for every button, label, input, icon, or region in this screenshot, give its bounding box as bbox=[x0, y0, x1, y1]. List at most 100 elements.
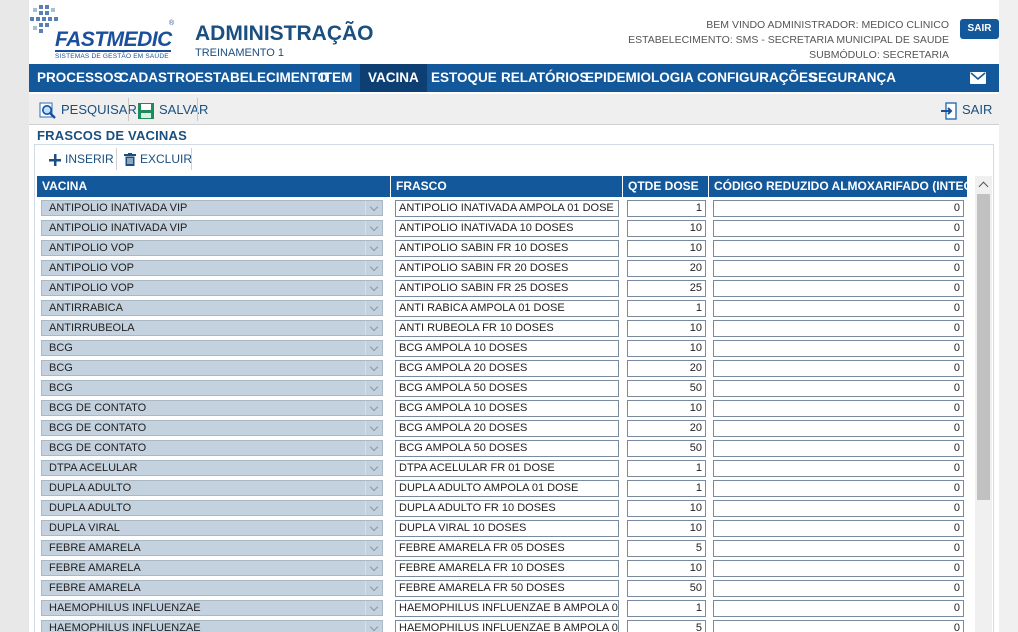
frasco-input[interactable]: BCG AMPOLA 20 DOSES bbox=[395, 420, 619, 437]
menu-seguranca[interactable]: SEGURANÇA bbox=[801, 64, 904, 92]
qtde-dose-input[interactable]: 1 bbox=[627, 200, 706, 217]
frasco-input[interactable]: FEBRE AMARELA FR 05 DOSES bbox=[395, 540, 619, 557]
qtde-dose-input[interactable]: 50 bbox=[627, 380, 706, 397]
chevron-down-icon[interactable] bbox=[365, 521, 382, 535]
vacina-select[interactable]: BCG DE CONTATO bbox=[41, 440, 383, 456]
column-header-qtde-dose[interactable]: QTDE DOSE bbox=[623, 176, 709, 197]
chevron-down-icon[interactable] bbox=[365, 541, 382, 555]
frasco-input[interactable]: BCG AMPOLA 10 DOSES bbox=[395, 400, 619, 417]
codigo-almoxarifado-input[interactable]: 0 bbox=[713, 400, 964, 417]
grid-scrollbar[interactable] bbox=[975, 176, 992, 632]
vacina-select[interactable]: BCG bbox=[41, 340, 383, 356]
logout-button[interactable]: SAIR bbox=[960, 19, 999, 39]
chevron-down-icon[interactable] bbox=[365, 421, 382, 435]
vacina-select[interactable]: ANTIPOLIO VOP bbox=[41, 260, 383, 276]
scroll-up-arrow-icon[interactable] bbox=[975, 176, 992, 193]
codigo-almoxarifado-input[interactable]: 0 bbox=[713, 260, 964, 277]
chevron-down-icon[interactable] bbox=[365, 381, 382, 395]
qtde-dose-input[interactable]: 1 bbox=[627, 600, 706, 617]
qtde-dose-input[interactable]: 1 bbox=[627, 480, 706, 497]
codigo-almoxarifado-input[interactable]: 0 bbox=[713, 280, 964, 297]
chevron-down-icon[interactable] bbox=[365, 321, 382, 335]
frasco-input[interactable]: FEBRE AMARELA FR 50 DOSES bbox=[395, 580, 619, 597]
qtde-dose-input[interactable]: 50 bbox=[627, 440, 706, 457]
vacina-select[interactable]: HAEMOPHILUS INFLUENZAE bbox=[41, 620, 383, 632]
codigo-almoxarifado-input[interactable]: 0 bbox=[713, 440, 964, 457]
qtde-dose-input[interactable]: 20 bbox=[627, 360, 706, 377]
chevron-down-icon[interactable] bbox=[365, 581, 382, 595]
chevron-down-icon[interactable] bbox=[365, 281, 382, 295]
frasco-input[interactable]: ANTIPOLIO SABIN FR 10 DOSES bbox=[395, 240, 619, 257]
vacina-select[interactable]: ANTIPOLIO VOP bbox=[41, 280, 383, 296]
vacina-select[interactable]: FEBRE AMARELA bbox=[41, 560, 383, 576]
vacina-select[interactable]: DUPLA ADULTO bbox=[41, 480, 383, 496]
codigo-almoxarifado-input[interactable]: 0 bbox=[713, 320, 964, 337]
codigo-almoxarifado-input[interactable]: 0 bbox=[713, 460, 964, 477]
frasco-input[interactable]: DUPLA ADULTO AMPOLA 01 DOSE bbox=[395, 480, 619, 497]
vacina-select[interactable]: ANTIPOLIO VOP bbox=[41, 240, 383, 256]
menu-vacina[interactable]: VACINA bbox=[360, 64, 427, 92]
frasco-input[interactable]: BCG AMPOLA 50 DOSES bbox=[395, 440, 619, 457]
envelope-icon[interactable] bbox=[970, 72, 986, 84]
menu-epidemiologia[interactable]: EPIDEMIOLOGIA bbox=[577, 64, 702, 92]
delete-button[interactable]: EXCLUIR bbox=[124, 149, 192, 170]
codigo-almoxarifado-input[interactable]: 0 bbox=[713, 540, 964, 557]
scrollbar-thumb[interactable] bbox=[977, 194, 990, 500]
codigo-almoxarifado-input[interactable]: 0 bbox=[713, 560, 964, 577]
qtde-dose-input[interactable]: 10 bbox=[627, 400, 706, 417]
insert-button[interactable]: INSERIR bbox=[49, 149, 114, 170]
frasco-input[interactable]: DTPA ACELULAR FR 01 DOSE bbox=[395, 460, 619, 477]
chevron-down-icon[interactable] bbox=[365, 221, 382, 235]
frasco-input[interactable]: BCG AMPOLA 50 DOSES bbox=[395, 380, 619, 397]
chevron-down-icon[interactable] bbox=[365, 621, 382, 632]
chevron-down-icon[interactable] bbox=[365, 601, 382, 615]
frasco-input[interactable]: ANTIPOLIO INATIVADA AMPOLA 01 DOSE bbox=[395, 200, 619, 217]
frasco-input[interactable]: ANTI RABICA AMPOLA 01 DOSE bbox=[395, 300, 619, 317]
vacina-select[interactable]: ANTIPOLIO INATIVADA VIP bbox=[41, 200, 383, 216]
vacina-select[interactable]: HAEMOPHILUS INFLUENZAE bbox=[41, 600, 383, 616]
frasco-input[interactable]: ANTIPOLIO INATIVADA 10 DOSES bbox=[395, 220, 619, 237]
chevron-down-icon[interactable] bbox=[365, 361, 382, 375]
vacina-select[interactable]: ANTIRRUBEOLA bbox=[41, 320, 383, 336]
frasco-input[interactable]: ANTIPOLIO SABIN FR 20 DOSES bbox=[395, 260, 619, 277]
codigo-almoxarifado-input[interactable]: 0 bbox=[713, 200, 964, 217]
qtde-dose-input[interactable]: 1 bbox=[627, 300, 706, 317]
codigo-almoxarifado-input[interactable]: 0 bbox=[713, 240, 964, 257]
codigo-almoxarifado-input[interactable]: 0 bbox=[713, 380, 964, 397]
chevron-down-icon[interactable] bbox=[365, 341, 382, 355]
qtde-dose-input[interactable]: 20 bbox=[627, 260, 706, 277]
chevron-down-icon[interactable] bbox=[365, 461, 382, 475]
vacina-select[interactable]: BCG DE CONTATO bbox=[41, 400, 383, 416]
codigo-almoxarifado-input[interactable]: 0 bbox=[713, 420, 964, 437]
codigo-almoxarifado-input[interactable]: 0 bbox=[713, 500, 964, 517]
vacina-select[interactable]: ANTIPOLIO INATIVADA VIP bbox=[41, 220, 383, 236]
vacina-select[interactable]: FEBRE AMARELA bbox=[41, 580, 383, 596]
vacina-select[interactable]: BCG bbox=[41, 360, 383, 376]
frasco-input[interactable]: ANTIPOLIO SABIN FR 25 DOSES bbox=[395, 280, 619, 297]
chevron-down-icon[interactable] bbox=[365, 201, 382, 215]
frasco-input[interactable]: DUPLA VIRAL 10 DOSES bbox=[395, 520, 619, 537]
codigo-almoxarifado-input[interactable]: 0 bbox=[713, 480, 964, 497]
frasco-input[interactable]: BCG AMPOLA 10 DOSES bbox=[395, 340, 619, 357]
frasco-input[interactable]: ANTI RUBEOLA FR 10 DOSES bbox=[395, 320, 619, 337]
vacina-select[interactable]: DTPA ACELULAR bbox=[41, 460, 383, 476]
search-button[interactable]: PESQUISAR bbox=[39, 97, 137, 122]
qtde-dose-input[interactable]: 10 bbox=[627, 520, 706, 537]
codigo-almoxarifado-input[interactable]: 0 bbox=[713, 580, 964, 597]
chevron-down-icon[interactable] bbox=[365, 261, 382, 275]
frasco-input[interactable]: DUPLA ADULTO FR 10 DOSES bbox=[395, 500, 619, 517]
codigo-almoxarifado-input[interactable]: 0 bbox=[713, 340, 964, 357]
codigo-almoxarifado-input[interactable]: 0 bbox=[713, 300, 964, 317]
vacina-select[interactable]: BCG DE CONTATO bbox=[41, 420, 383, 436]
qtde-dose-input[interactable]: 10 bbox=[627, 240, 706, 257]
chevron-down-icon[interactable] bbox=[365, 561, 382, 575]
qtde-dose-input[interactable]: 10 bbox=[627, 340, 706, 357]
frasco-input[interactable]: FEBRE AMARELA FR 10 DOSES bbox=[395, 560, 619, 577]
menu-item[interactable]: ITEM bbox=[312, 64, 360, 92]
frasco-input[interactable]: HAEMOPHILUS INFLUENZAE B AMPOLA 01 DOSE bbox=[395, 600, 619, 617]
codigo-almoxarifado-input[interactable]: 0 bbox=[713, 620, 964, 632]
vacina-select[interactable]: BCG bbox=[41, 380, 383, 396]
qtde-dose-input[interactable]: 10 bbox=[627, 320, 706, 337]
qtde-dose-input[interactable]: 25 bbox=[627, 280, 706, 297]
chevron-down-icon[interactable] bbox=[365, 481, 382, 495]
